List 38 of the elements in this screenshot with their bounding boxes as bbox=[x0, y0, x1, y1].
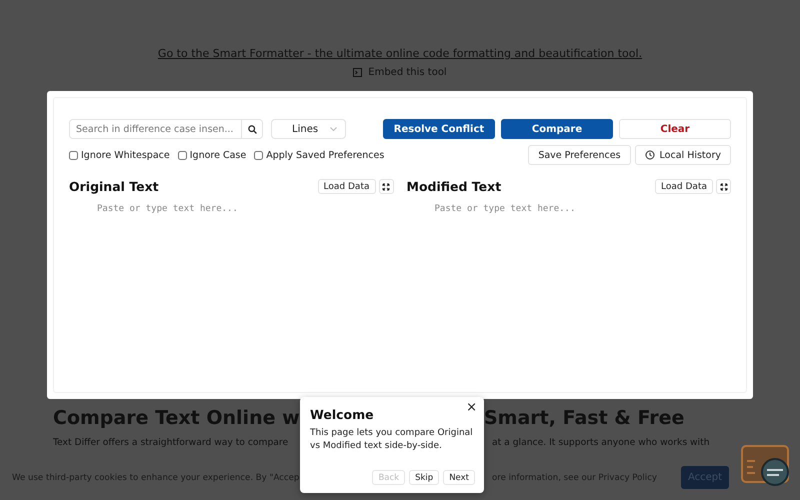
option-label: Ignore Whitespace bbox=[81, 150, 170, 160]
tour-button[interactable]: Next bbox=[443, 470, 475, 485]
option-label: Apply Saved Preferences bbox=[266, 150, 384, 160]
preferences-button[interactable]: Save Preferences bbox=[528, 145, 631, 165]
history-button[interactable]: Local History bbox=[634, 145, 731, 165]
intro-text: at a glance. It supports anyone who works with bbox=[492, 437, 710, 448]
close-button[interactable]: × bbox=[464, 400, 479, 415]
popup-text: This page lets you compare Original vs Modified text side-by-side. bbox=[310, 427, 474, 453]
action-button[interactable]: Compare bbox=[501, 119, 613, 139]
text-area[interactable]: Paste or type text here... bbox=[406, 200, 731, 371]
popup-title: Welcome bbox=[310, 407, 375, 422]
load-data-button[interactable]: Load Data bbox=[655, 179, 713, 194]
search-button[interactable] bbox=[241, 120, 262, 138]
mode-select[interactable]: Lines bbox=[271, 119, 346, 139]
option-checkbox[interactable] bbox=[254, 150, 264, 160]
action-button[interactable]: Resolve Conflict bbox=[383, 119, 495, 139]
pane-title: Original Text bbox=[69, 179, 159, 194]
load-data-button[interactable]: Load Data bbox=[318, 179, 376, 194]
option-label: Ignore Case bbox=[190, 150, 246, 160]
expand-icon bbox=[382, 182, 390, 190]
expand-button[interactable] bbox=[716, 179, 731, 194]
page-heading: Compare Text Online w bbox=[53, 407, 300, 429]
chevron-icon bbox=[330, 127, 337, 131]
search-icon bbox=[248, 124, 256, 134]
expand-button[interactable] bbox=[378, 179, 394, 194]
embed-icon bbox=[353, 68, 362, 77]
option-checkbox[interactable] bbox=[69, 150, 78, 160]
intro-text: Text Differ offers a straightforward way to compare bbox=[53, 437, 288, 448]
chat-widget-icon[interactable] bbox=[741, 445, 791, 489]
page-heading: Smart, Fast & Free bbox=[484, 407, 684, 429]
option-checkbox[interactable] bbox=[178, 150, 187, 160]
expand-icon bbox=[720, 182, 728, 190]
search-field[interactable]: Search in difference case insen... bbox=[69, 119, 263, 139]
text-area[interactable]: Paste or type text here... bbox=[69, 200, 394, 371]
clear-button[interactable]: Clear bbox=[619, 119, 731, 139]
pane-title: Modified Text bbox=[406, 179, 502, 194]
clock-icon bbox=[644, 150, 655, 160]
tour-button[interactable]: Skip bbox=[409, 470, 440, 485]
